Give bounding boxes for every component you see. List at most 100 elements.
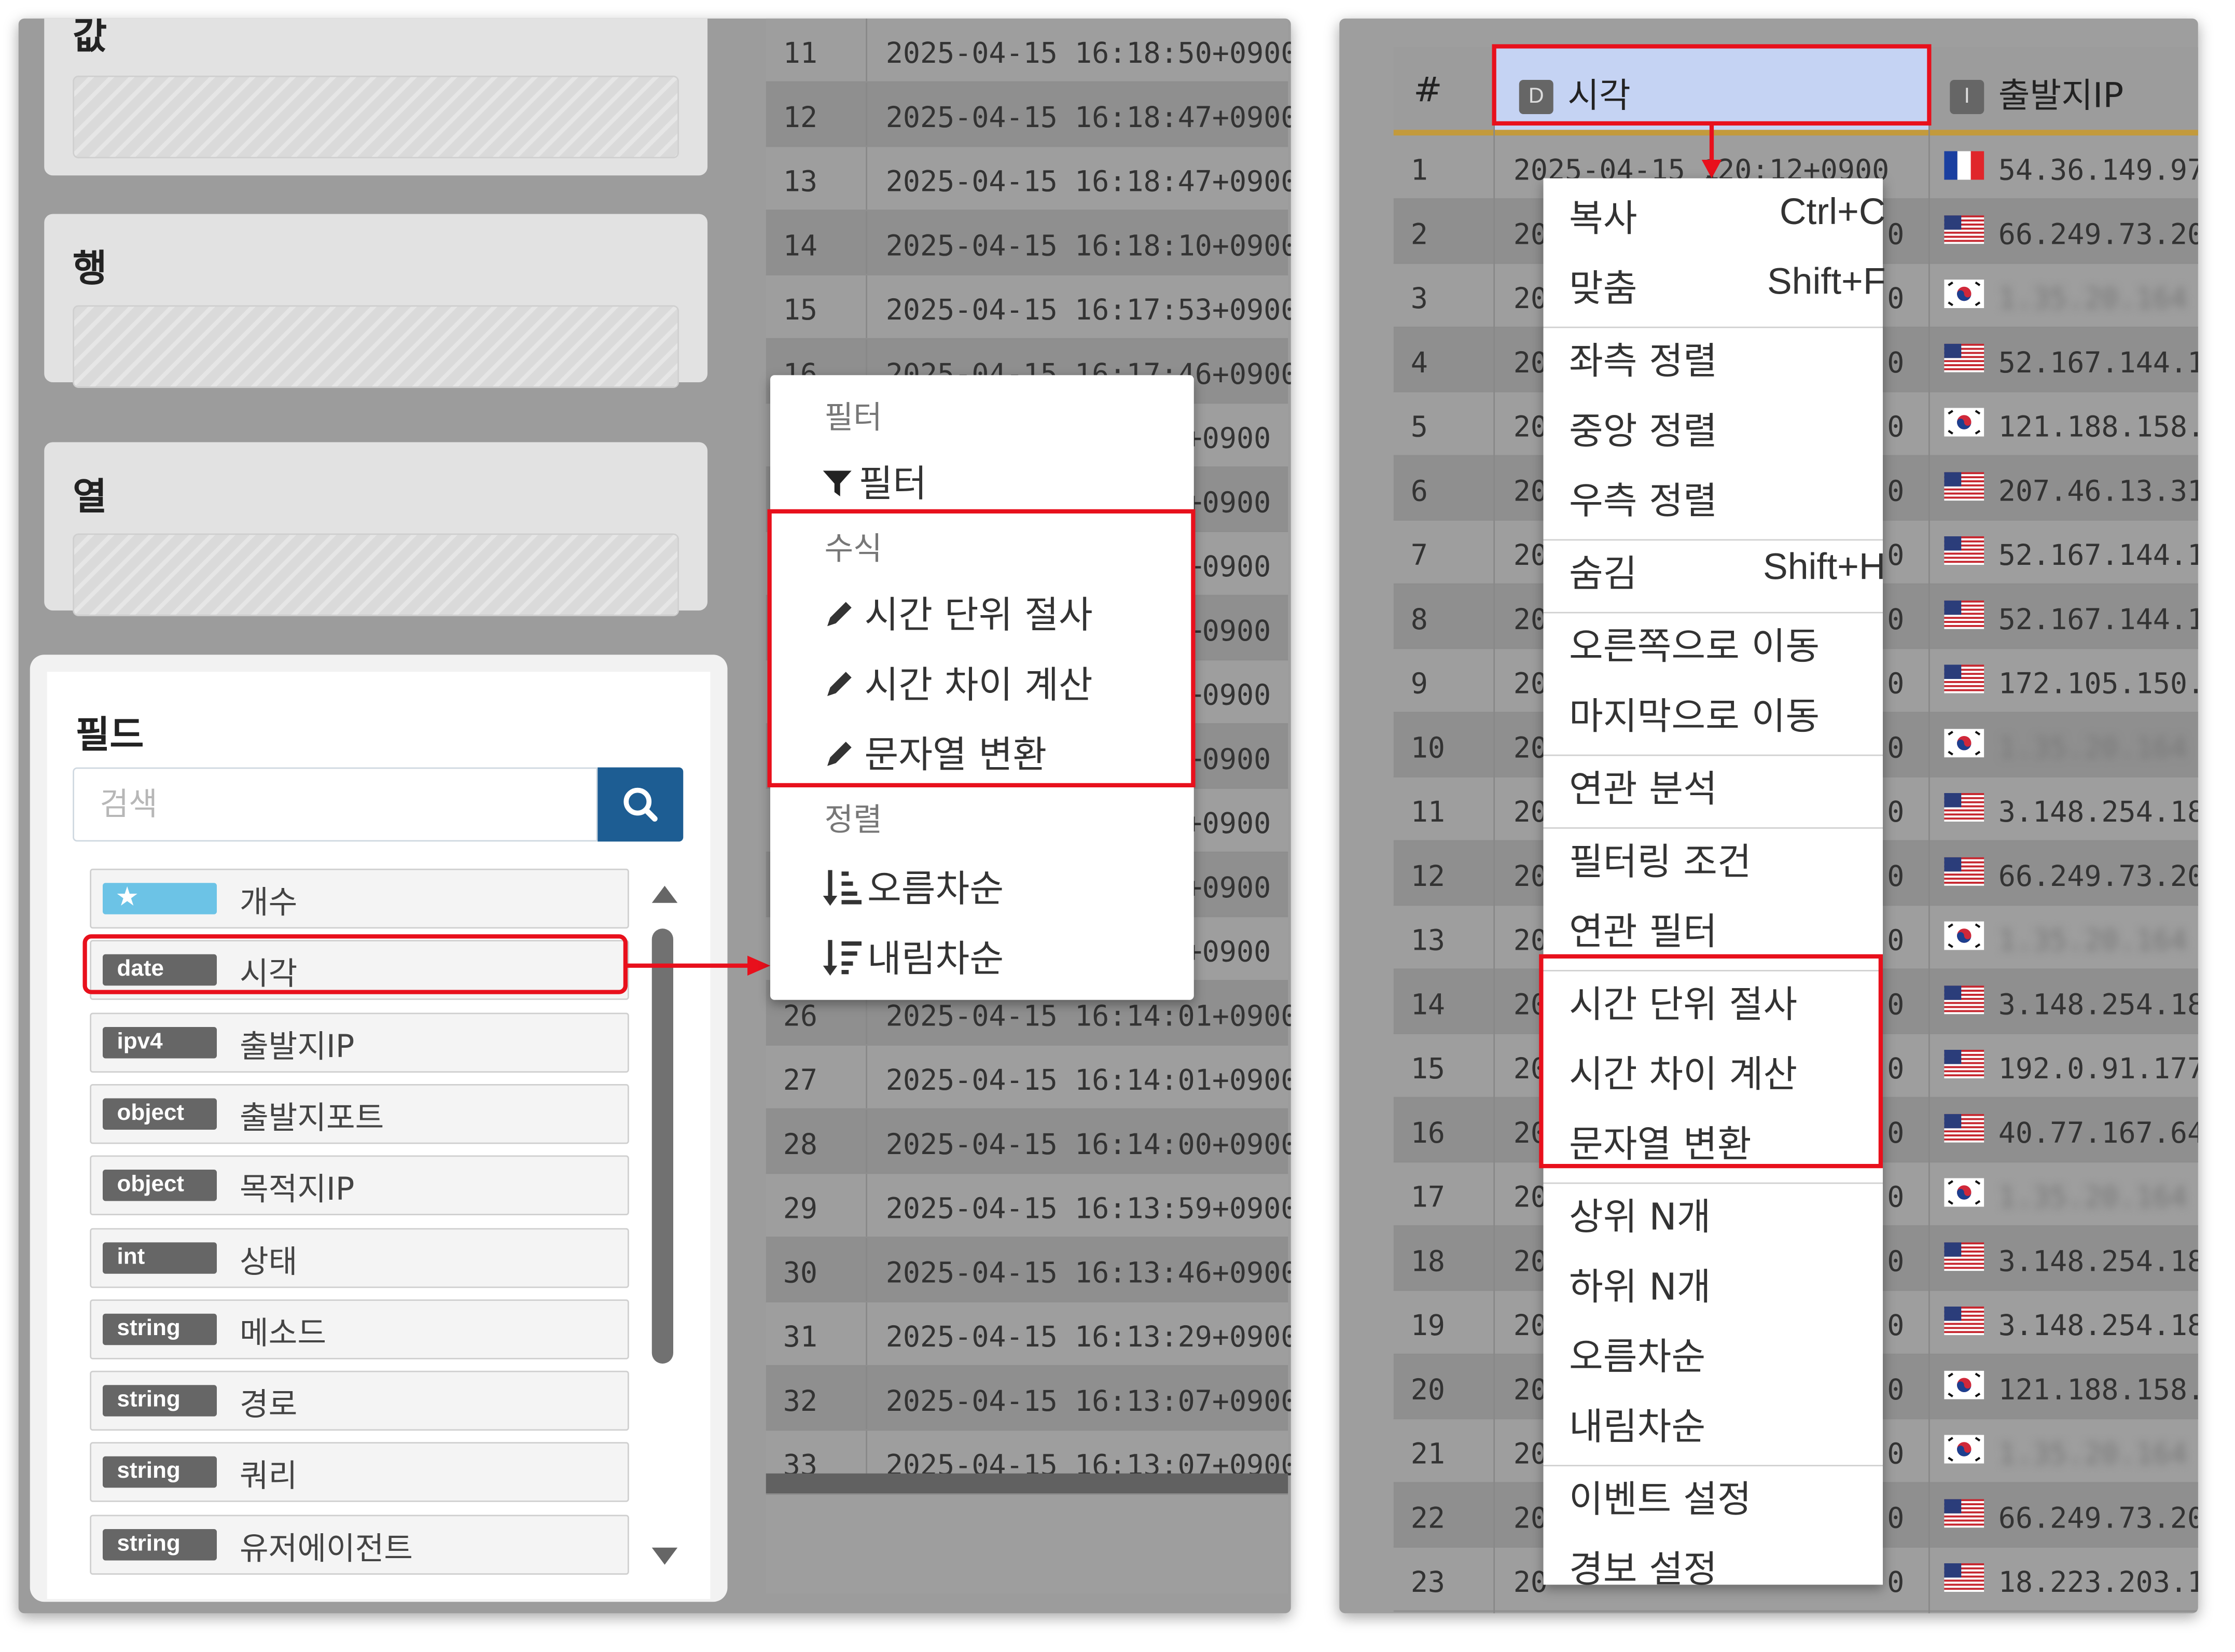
menu-item[interactable]: 하위 N개 (1569, 1258, 1711, 1311)
table-row[interactable]: 13 2025-04-15 16:18:47+0900 (766, 147, 1291, 211)
row-time: 20 (1513, 1179, 1548, 1214)
field-item[interactable]: ★ 개수 (90, 868, 629, 929)
field-label: 유저에이전트 (240, 1531, 413, 1567)
field-type-badge: string (103, 1385, 217, 1417)
field-item[interactable]: object 목적지IP (90, 1156, 629, 1216)
menu-item[interactable]: 경보 설정 (1569, 1540, 1717, 1593)
field-panel-inner: 필드 ★개수date시각ipv4출발지IPobject출발지포트object목적… (47, 672, 711, 1599)
scroll-thumb[interactable] (651, 928, 673, 1364)
menu-item[interactable]: 오름차순 (1569, 1328, 1705, 1381)
menu-item[interactable]: 우측 정렬 (1569, 472, 1717, 525)
field-item[interactable]: string 메소드 (90, 1299, 629, 1359)
row-number: 15 (1410, 1051, 1446, 1086)
row-time: 20 (1513, 1244, 1548, 1278)
table-row[interactable]: 27 2025-04-15 16:14:01+0900 (766, 1045, 1291, 1110)
column-divider (866, 1238, 867, 1301)
column-header-num[interactable]: # (1413, 70, 1442, 110)
row-time: 2025-04-15 16:18:47+0900 (885, 100, 1291, 134)
formula-highlight (767, 509, 1196, 787)
menu-item[interactable]: 복사 Ctrl+C (1569, 190, 1886, 243)
row-time-suffix: 0 (1887, 1244, 1905, 1278)
field-label: 개수 (240, 885, 298, 922)
row-number: 11 (783, 35, 818, 70)
row-number: 8 (1410, 602, 1428, 636)
values-drop-area[interactable] (73, 75, 679, 159)
scroll-up-icon[interactable] (651, 885, 678, 903)
field-item[interactable]: string 쿼리 (90, 1442, 629, 1503)
menu-item[interactable]: 숨김 Shift+H (1569, 545, 1886, 598)
row-time-suffix: 0 (1887, 345, 1905, 380)
us-flag-icon (1944, 1563, 1984, 1592)
table-row[interactable]: 15 2025-04-15 16:17:53+0900 (766, 275, 1291, 340)
horizontal-scrollbar[interactable] (766, 1473, 1288, 1494)
table-row[interactable]: 14 2025-04-15 16:18:10+0900 (766, 211, 1291, 275)
menu-item[interactable]: 상위 N개 (1569, 1188, 1711, 1241)
filter-menu-item[interactable]: 필터 (822, 455, 927, 508)
row-ip: 66.249.73.20 (1998, 858, 2198, 893)
field-type-badge: int (103, 1241, 217, 1273)
row-time: +0900 (1185, 549, 1271, 584)
menu-item[interactable]: 필터링 조건 (1569, 833, 1752, 886)
column-divider (866, 1366, 867, 1429)
menu-divider (1543, 1182, 1883, 1184)
field-item[interactable]: string 유저에이전트 (90, 1514, 629, 1575)
column-header-ip[interactable]: I 출발지IP (1950, 67, 2123, 117)
table-row[interactable]: 12 2025-04-15 16:18:47+0900 (766, 82, 1291, 147)
row-number: 5 (1410, 409, 1428, 444)
row-number: 30 (783, 1255, 818, 1289)
us-flag-icon (1944, 600, 1984, 629)
row-ip: 1.35.20.164 (1998, 1436, 2187, 1471)
row-ip: 192.0.91.177 (1998, 1051, 2198, 1086)
row-number: 21 (1410, 1436, 1446, 1471)
sort-asc-icon (823, 870, 862, 906)
row-time-suffix: 0 (1887, 1115, 1905, 1150)
menu-item[interactable]: 연관 분석 (1569, 760, 1717, 813)
row-number: 27 (783, 1062, 818, 1097)
table-row[interactable]: 29 2025-04-15 16:13:59+0900 (766, 1174, 1291, 1238)
menu-item[interactable]: 중앙 정렬 (1569, 402, 1717, 455)
scroll-down-icon[interactable] (651, 1547, 678, 1565)
menu-divider (1543, 612, 1883, 614)
us-flag-icon (1944, 1242, 1984, 1271)
row-time-suffix: 0 (1887, 1564, 1905, 1599)
table-row[interactable]: 31 2025-04-15 16:13:29+0900 (766, 1302, 1291, 1367)
menu-item[interactable]: 내림차순 (1569, 1398, 1705, 1451)
table-row[interactable]: 32 2025-04-15 16:13:07+0900 (766, 1366, 1291, 1431)
table-row[interactable]: 30 2025-04-15 16:13:46+0900 (766, 1238, 1291, 1302)
columns-section: 열 (44, 442, 707, 616)
field-item[interactable]: ipv4 출발지IP (90, 1012, 629, 1072)
menu-item[interactable]: 이벤트 설정 (1569, 1470, 1752, 1523)
row-time: 20 (1513, 730, 1548, 765)
table-row[interactable]: 11 2025-04-15 16:18:50+0900 (766, 18, 1291, 83)
field-item[interactable]: int 상태 (90, 1227, 629, 1287)
field-item[interactable]: object 출발지포트 (90, 1084, 629, 1144)
row-number: 4 (1410, 345, 1428, 380)
menu-item-label: 경보 설정 (1569, 1549, 1717, 1592)
table-row[interactable]: 28 2025-04-15 16:14:00+0900 (766, 1109, 1291, 1174)
sort-asc-item[interactable]: 오름차순 (822, 860, 1004, 913)
row-number: 11 (1410, 794, 1446, 829)
row-time: 2025-04-15 16:13:07+0900 (885, 1383, 1291, 1418)
row-number: 29 (783, 1191, 818, 1226)
arrow-right-icon (628, 955, 770, 976)
row-number: 6 (1410, 474, 1428, 508)
columns-drop-area[interactable] (73, 533, 679, 616)
menu-item[interactable]: 마지막으로 이동 (1569, 688, 1820, 741)
field-type-badge: string (103, 1456, 217, 1489)
rows-drop-area[interactable] (73, 305, 679, 388)
us-flag-icon (1944, 215, 1984, 244)
menu-item[interactable]: 맞춤 Shift+F (1569, 260, 1886, 313)
field-search-input[interactable] (73, 767, 598, 842)
menu-item[interactable]: 연관 필터 (1569, 903, 1717, 956)
row-time: +0900 (1185, 485, 1271, 519)
search-button[interactable] (598, 767, 684, 842)
row-time: 20 (1513, 217, 1548, 251)
menu-item[interactable]: 좌측 정렬 (1569, 332, 1717, 385)
menu-item[interactable]: 오른쪽으로 이동 (1569, 618, 1820, 671)
field-item[interactable]: string 경로 (90, 1371, 629, 1431)
sort-desc-item[interactable]: 내림차순 (822, 930, 1004, 983)
field-type-badge: ipv4 (103, 1026, 217, 1058)
row-time: 2025-04-15 16:13:46+0900 (885, 1255, 1291, 1289)
field-list-scrollbar[interactable] (643, 885, 683, 1565)
menu-item-label: 이벤트 설정 (1569, 1479, 1752, 1522)
